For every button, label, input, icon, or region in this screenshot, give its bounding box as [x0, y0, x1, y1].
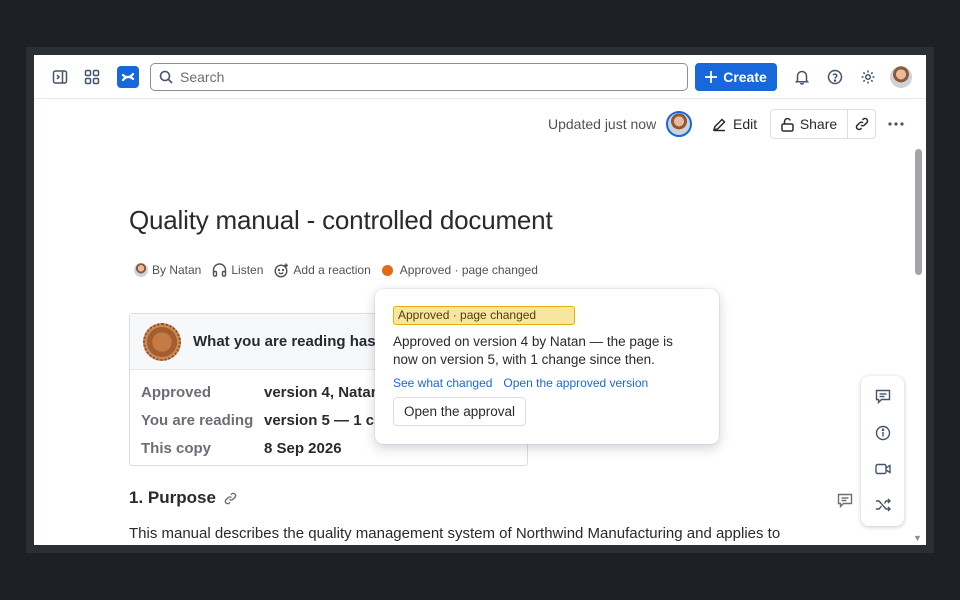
edit-button[interactable]: Edit: [706, 111, 763, 137]
user-avatar[interactable]: [890, 66, 912, 88]
app-switcher-icon[interactable]: [81, 66, 103, 88]
listen-label: Listen: [231, 263, 264, 277]
headphones-icon: [213, 263, 227, 277]
panel-heading: What you are reading has b: [193, 333, 389, 350]
scrollbar-thumb[interactable]: [915, 149, 922, 275]
section-heading-text: 1. Purpose: [129, 488, 216, 507]
last-updated-text: Updated just now: [548, 116, 657, 132]
pencil-icon: [712, 117, 726, 131]
status-label: Approved · page changed: [399, 263, 538, 277]
see-what-changed-link[interactable]: See what changed: [393, 376, 492, 390]
sidebar-toggle-icon[interactable]: [49, 66, 71, 88]
emoji-add-icon: [274, 263, 289, 278]
search-placeholder: Search: [180, 69, 225, 85]
help-icon[interactable]: [824, 66, 846, 88]
more-icon: [888, 122, 904, 126]
inline-comment-icon[interactable]: [837, 493, 853, 513]
author[interactable]: By Natan: [134, 263, 201, 277]
author-avatar: [134, 263, 148, 277]
author-name: By Natan: [152, 263, 202, 277]
edit-label: Edit: [733, 116, 758, 132]
share-label: Share: [799, 116, 838, 132]
panel-row-value: version 4, Natan: [264, 383, 380, 401]
panel-row-key: Approved: [141, 383, 212, 401]
status-dot-icon: [381, 264, 393, 276]
add-reaction-button[interactable]: Add a reaction: [274, 263, 371, 278]
panel-row-value: version 5 — 1 ch: [264, 411, 384, 429]
wax-seal-icon: [143, 322, 181, 361]
page-title: Quality manual - controlled document: [129, 205, 553, 235]
info-icon[interactable]: [871, 421, 894, 444]
panel-row-key: This copy: [141, 439, 212, 457]
confluence-window: Search Create Updated just now Edit Shar…: [34, 55, 926, 545]
copy-link-button[interactable]: [847, 109, 876, 139]
approval-popover: Approved · page changed Approved on vers…: [375, 289, 719, 444]
tool-rail: [861, 376, 904, 526]
video-icon[interactable]: [871, 457, 894, 480]
search-input[interactable]: Search: [150, 63, 688, 91]
create-button[interactable]: Create: [695, 63, 777, 91]
more-actions-button[interactable]: [883, 111, 909, 137]
anchor-link-icon[interactable]: [224, 492, 237, 505]
link-icon: [855, 117, 868, 131]
plus-icon: [705, 71, 718, 83]
scroll-down-arrow-icon[interactable]: ▼: [913, 533, 922, 543]
status-lozenge: Approved · page changed: [393, 306, 575, 325]
comment-icon[interactable]: [871, 385, 894, 408]
popover-description: Approved on version 4 by Natan — the pag…: [393, 334, 673, 367]
share-button[interactable]: Share: [770, 109, 848, 139]
open-approved-version-link[interactable]: Open the approved version: [503, 376, 648, 390]
byline: By Natan Listen Add a reaction Approved …: [134, 261, 549, 279]
lock-open-icon: [781, 117, 794, 132]
popover-links: See what changed Open the approved versi…: [393, 376, 648, 390]
panel-row-key: You are reading: [141, 411, 254, 429]
section-heading: 1. Purpose: [129, 488, 237, 508]
listen-button[interactable]: Listen: [212, 263, 263, 277]
collaborator-avatar[interactable]: [666, 111, 692, 137]
reaction-label: Add a reaction: [293, 263, 371, 277]
create-label: Create: [723, 69, 767, 85]
top-navigation: Search Create: [34, 55, 926, 99]
bell-icon[interactable]: [791, 66, 813, 88]
body-paragraph: This manual describes the quality manage…: [129, 525, 781, 542]
approval-status[interactable]: Approved · page changed: [381, 263, 538, 277]
panel-row-value: 8 Sep 2026: [264, 439, 342, 457]
open-approval-button[interactable]: Open the approval: [393, 397, 526, 426]
shuffle-icon[interactable]: [871, 493, 894, 516]
search-icon: [159, 70, 173, 84]
gear-icon[interactable]: [857, 66, 879, 88]
confluence-logo-icon[interactable]: [117, 66, 139, 88]
